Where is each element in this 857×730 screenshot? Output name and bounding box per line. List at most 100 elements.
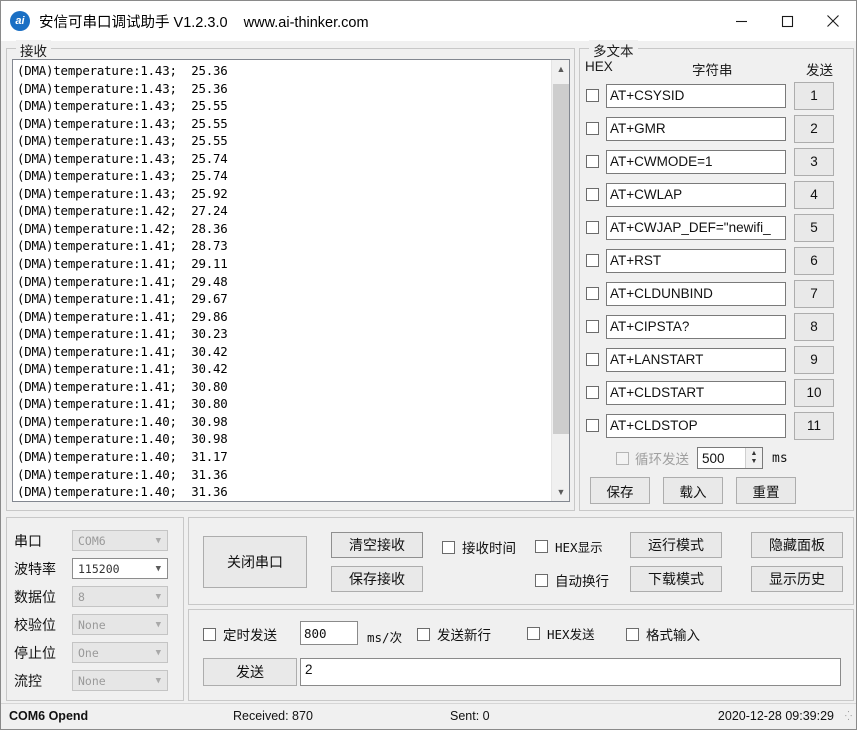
multitext-row: AT+CIPSTA? 8 <box>580 310 853 343</box>
serial-setting-label: 串口 <box>14 531 72 551</box>
send-newline-checkbox[interactable] <box>417 628 430 641</box>
multitext-send-button[interactable]: 11 <box>794 412 834 440</box>
multitext-command-input[interactable]: AT+CLDUNBIND <box>606 282 786 306</box>
serial-setting-value: 115200 <box>78 562 120 576</box>
receive-textarea[interactable]: (DMA)temperature:1.43; 25.36 (DMA)temper… <box>12 59 570 502</box>
receive-log-text: (DMA)temperature:1.43; 25.36 (DMA)temper… <box>13 60 551 501</box>
scrollbar-thumb[interactable] <box>553 84 569 434</box>
multitext-command-input[interactable]: AT+LANSTART <box>606 348 786 372</box>
multitext-send-button[interactable]: 7 <box>794 280 834 308</box>
multitext-command-input[interactable]: AT+CIPSTA? <box>606 315 786 339</box>
send-newline-checkbox-row[interactable]: 发送新行 <box>417 624 491 644</box>
save-button[interactable]: 保存 <box>590 477 650 504</box>
multitext-send-button[interactable]: 5 <box>794 214 834 242</box>
timed-send-checkbox-row[interactable]: 定时发送 <box>203 624 277 644</box>
chevron-down-icon[interactable]: ▼ <box>156 620 161 630</box>
multitext-hex-checkbox[interactable] <box>586 320 599 333</box>
multitext-send-button[interactable]: 9 <box>794 346 834 374</box>
multitext-hex-checkbox[interactable] <box>586 188 599 201</box>
serial-setting-combobox[interactable]: 115200 ▼ <box>72 558 168 579</box>
multitext-command-input[interactable]: AT+CSYSID <box>606 84 786 108</box>
multitext-send-button[interactable]: 1 <box>794 82 834 110</box>
serial-setting-combobox[interactable]: None ▼ <box>72 614 168 635</box>
status-sent: Sent: 0 <box>450 709 490 723</box>
serial-setting-label: 停止位 <box>14 643 72 663</box>
serial-setting-value: None <box>78 618 106 632</box>
receive-scrollbar[interactable]: ▲ ▼ <box>551 60 569 501</box>
run-mode-button[interactable]: 运行模式 <box>630 532 722 558</box>
chevron-down-icon[interactable]: ▼ <box>156 648 161 658</box>
close-port-button[interactable]: 关闭串口 <box>203 536 307 588</box>
chevron-down-icon[interactable]: ▼ <box>156 676 161 686</box>
clear-receive-button[interactable]: 清空接收 <box>331 532 423 558</box>
chevron-down-icon[interactable]: ▼ <box>156 592 161 602</box>
scroll-up-icon[interactable]: ▲ <box>552 60 570 78</box>
multitext-col-string: 字符串 <box>692 59 733 79</box>
multitext-hex-checkbox[interactable] <box>586 221 599 234</box>
multitext-hex-checkbox[interactable] <box>586 353 599 366</box>
multitext-send-button[interactable]: 6 <box>794 247 834 275</box>
multitext-command-input[interactable]: AT+RST <box>606 249 786 273</box>
multitext-send-button[interactable]: 2 <box>794 115 834 143</box>
multitext-hex-checkbox[interactable] <box>586 254 599 267</box>
multitext-send-button[interactable]: 4 <box>794 181 834 209</box>
maximize-icon[interactable] <box>764 1 810 41</box>
reset-button[interactable]: 重置 <box>736 477 796 504</box>
multitext-send-button[interactable]: 3 <box>794 148 834 176</box>
multitext-command-input[interactable]: AT+CWJAP_DEF="newifi_ <box>606 216 786 240</box>
save-receive-button[interactable]: 保存接收 <box>331 566 423 592</box>
recv-time-checkbox[interactable] <box>442 541 455 554</box>
serial-setting-combobox[interactable]: One▼ <box>72 642 168 663</box>
multitext-hex-checkbox[interactable] <box>586 89 599 102</box>
chevron-down-icon[interactable]: ▼ <box>156 564 161 574</box>
load-button[interactable]: 载入 <box>663 477 723 504</box>
multitext-hex-checkbox[interactable] <box>586 419 599 432</box>
status-received: Received: 870 <box>233 709 313 723</box>
minimize-icon[interactable] <box>718 1 764 41</box>
auto-wrap-checkbox[interactable] <box>535 574 548 587</box>
multitext-hex-checkbox[interactable] <box>586 122 599 135</box>
multitext-hex-checkbox[interactable] <box>586 287 599 300</box>
send-button[interactable]: 发送 <box>203 658 297 686</box>
multitext-send-button[interactable]: 10 <box>794 379 834 407</box>
send-text-input[interactable]: 2 <box>300 658 841 686</box>
auto-wrap-checkbox-row[interactable]: 自动换行 <box>535 570 609 590</box>
serial-setting-combobox[interactable]: 8▼ <box>72 586 168 607</box>
recv-time-label: 接收时间 <box>462 537 516 557</box>
multitext-command-input[interactable]: AT+GMR <box>606 117 786 141</box>
hide-panel-button[interactable]: 隐藏面板 <box>751 532 843 558</box>
serial-setting-row: 流控None▼ <box>14 669 168 692</box>
multitext-command-input[interactable]: AT+CWMODE=1 <box>606 150 786 174</box>
timed-send-checkbox[interactable] <box>203 628 216 641</box>
resize-grip-icon[interactable]: ⁛ <box>840 714 852 726</box>
send-interval-input[interactable]: 800 <box>300 621 358 645</box>
loop-send-checkbox[interactable] <box>616 452 629 465</box>
multitext-command-input[interactable]: AT+CLDSTOP <box>606 414 786 438</box>
format-input-checkbox-row[interactable]: 格式输入 <box>626 624 700 644</box>
multitext-hex-checkbox[interactable] <box>586 155 599 168</box>
format-input-checkbox[interactable] <box>626 628 639 641</box>
hex-send-checkbox[interactable] <box>527 627 540 640</box>
hex-send-checkbox-row[interactable]: HEX发送 <box>527 624 595 643</box>
scroll-down-icon[interactable]: ▼ <box>552 483 570 501</box>
multitext-command-input[interactable]: AT+CLDSTART <box>606 381 786 405</box>
spinner-arrows-icon[interactable]: ▲▼ <box>745 448 762 468</box>
multitext-hex-checkbox[interactable] <box>586 386 599 399</box>
hex-display-checkbox-row[interactable]: HEX显示 <box>535 537 603 556</box>
close-icon[interactable] <box>810 1 856 41</box>
chevron-down-icon[interactable]: ▼ <box>156 536 161 546</box>
send-interval-unit: ms/次 <box>367 627 402 646</box>
serial-setting-combobox[interactable]: None▼ <box>72 670 168 691</box>
multitext-send-button[interactable]: 8 <box>794 313 834 341</box>
serial-setting-combobox[interactable]: COM6▼ <box>72 530 168 551</box>
recv-time-checkbox-row[interactable]: 接收时间 <box>442 537 516 557</box>
loop-interval-input[interactable]: 500 ▲▼ <box>697 447 763 469</box>
multitext-row: AT+RST 6 <box>580 244 853 277</box>
app-logo-icon: ai <box>10 11 30 31</box>
status-datetime: 2020-12-28 09:39:29 <box>718 709 834 723</box>
hex-display-label: HEX显示 <box>555 537 603 556</box>
hex-display-checkbox[interactable] <box>535 540 548 553</box>
download-mode-button[interactable]: 下载模式 <box>630 566 722 592</box>
multitext-command-input[interactable]: AT+CWLAP <box>606 183 786 207</box>
show-history-button[interactable]: 显示历史 <box>751 566 843 592</box>
